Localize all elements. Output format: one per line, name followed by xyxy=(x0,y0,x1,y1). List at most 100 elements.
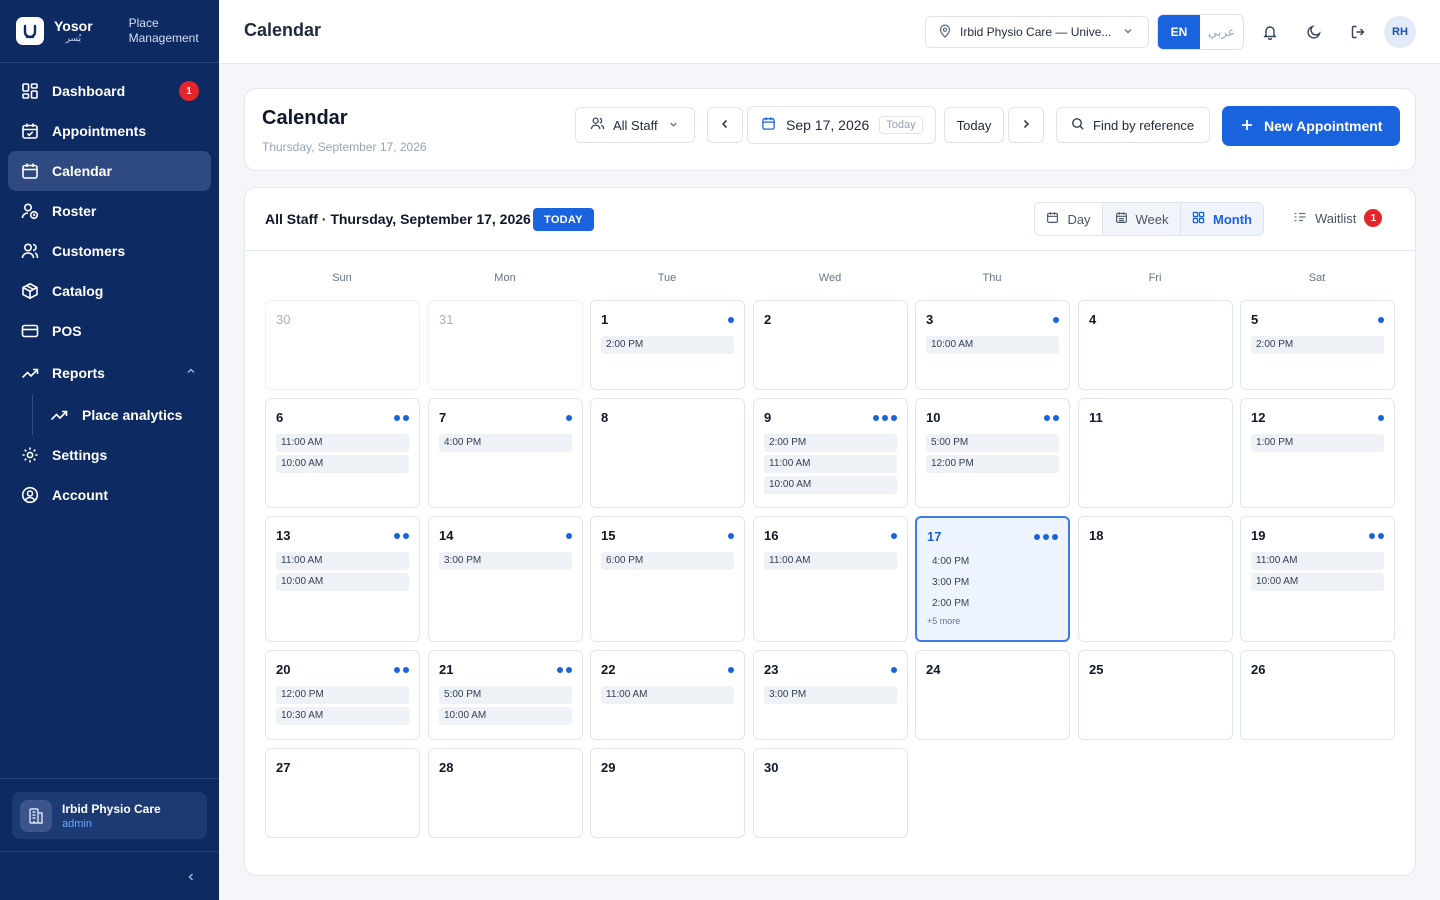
day-cell[interactable]: 3 10:00 AM xyxy=(915,300,1070,390)
sidebar-item-pos[interactable]: POS xyxy=(8,311,211,351)
lang-en-button[interactable]: EN xyxy=(1158,15,1200,49)
day-cell[interactable]: 1 2:00 PM xyxy=(590,300,745,390)
place-card[interactable]: Irbid Physio Care admin xyxy=(12,792,207,839)
lang-ar-button[interactable]: عربي xyxy=(1200,15,1243,49)
appointment-chip[interactable]: 1:00 PM xyxy=(1251,434,1384,452)
day-cell[interactable]: 31 xyxy=(428,300,583,390)
appointment-chip[interactable]: 12:00 PM xyxy=(276,686,409,704)
previous-button[interactable] xyxy=(707,107,743,143)
sidebar-item-label: Settings xyxy=(52,447,108,463)
sidebar-item-appointments[interactable]: Appointments xyxy=(8,111,211,151)
day-cell[interactable]: 5 2:00 PM xyxy=(1240,300,1395,390)
day-cell[interactable]: 27 xyxy=(265,748,420,838)
weekday-header-tue: Tue xyxy=(657,272,677,284)
more-events-link[interactable]: +5 more xyxy=(927,616,1058,626)
day-cell[interactable]: 19 11:00 AM 10:00 AM xyxy=(1240,516,1395,642)
appointment-chip[interactable]: 2:00 PM xyxy=(927,595,1058,613)
appointment-chip[interactable]: 4:00 PM xyxy=(927,553,1058,571)
view-week-button[interactable]: Week xyxy=(1103,203,1181,235)
appointment-chip[interactable]: 2:00 PM xyxy=(1251,336,1384,354)
sidebar-item-roster[interactable]: Roster xyxy=(8,191,211,231)
day-cell[interactable]: 7 4:00 PM xyxy=(428,398,583,508)
day-cell[interactable]: 9 2:00 PM 11:00 AM 10:00 AM xyxy=(753,398,908,508)
appointment-chip[interactable]: 11:00 AM xyxy=(764,455,897,473)
appointment-chip[interactable]: 10:00 AM xyxy=(926,336,1059,354)
appointment-chip[interactable]: 11:00 AM xyxy=(601,686,734,704)
day-cell[interactable]: 6 11:00 AM 10:00 AM xyxy=(265,398,420,508)
appointment-chip[interactable]: 11:00 AM xyxy=(1251,552,1384,570)
appointment-chip[interactable]: 3:00 PM xyxy=(439,552,572,570)
day-cell[interactable]: 13 11:00 AM 10:00 AM xyxy=(265,516,420,642)
appointment-chip[interactable]: 10:00 AM xyxy=(276,573,409,591)
waitlist-button[interactable]: Waitlist 1 xyxy=(1293,209,1383,227)
sidebar-item-catalog[interactable]: Catalog xyxy=(8,271,211,311)
day-cell[interactable]: 29 xyxy=(590,748,745,838)
appointment-chip[interactable]: 2:00 PM xyxy=(764,434,897,452)
day-cell[interactable]: 16 11:00 AM xyxy=(753,516,908,642)
appointment-chip[interactable]: 11:00 AM xyxy=(276,552,409,570)
appointment-chip[interactable]: 10:30 AM xyxy=(276,707,409,725)
appointment-chip[interactable]: 2:00 PM xyxy=(601,336,734,354)
appointment-chip[interactable]: 3:00 PM xyxy=(764,686,897,704)
day-cell[interactable]: 24 xyxy=(915,650,1070,740)
day-cell[interactable]: 2 xyxy=(753,300,908,390)
day-cell[interactable]: 20 12:00 PM 10:30 AM xyxy=(265,650,420,740)
day-cell[interactable]: 30 xyxy=(753,748,908,838)
sidebar-item-settings[interactable]: Settings xyxy=(8,435,211,475)
day-cell[interactable]: 8 xyxy=(590,398,745,508)
day-cell[interactable]: 21 5:00 PM 10:00 AM xyxy=(428,650,583,740)
sidebar-item-dashboard[interactable]: Dashboard 1 xyxy=(8,71,211,111)
sidebar-item-calendar[interactable]: Calendar xyxy=(8,151,211,191)
view-day-button[interactable]: Day xyxy=(1035,203,1103,235)
day-cell[interactable]: 18 xyxy=(1078,516,1233,642)
day-cell[interactable]: 4 xyxy=(1078,300,1233,390)
day-cell[interactable]: 15 6:00 PM xyxy=(590,516,745,642)
day-cell[interactable]: 30 xyxy=(265,300,420,390)
location-select[interactable]: Irbid Physio Care — Unive... xyxy=(925,16,1149,48)
appointment-chip[interactable]: 10:00 AM xyxy=(276,455,409,473)
appointment-chip[interactable]: 3:00 PM xyxy=(927,574,1058,592)
appointment-chip[interactable]: 6:00 PM xyxy=(601,552,734,570)
day-cell[interactable]: 26 xyxy=(1240,650,1395,740)
day-cell[interactable]: 28 xyxy=(428,748,583,838)
day-cell[interactable]: 14 3:00 PM xyxy=(428,516,583,642)
day-cell[interactable]: 25 xyxy=(1078,650,1233,740)
sidebar-item-reports[interactable]: Reports xyxy=(8,351,211,395)
new-appointment-button[interactable]: New Appointment xyxy=(1222,106,1400,146)
logout-icon[interactable] xyxy=(1346,20,1370,44)
appointment-dot xyxy=(403,533,409,539)
appointment-chip[interactable]: 5:00 PM xyxy=(926,434,1059,452)
appointment-chip[interactable]: 11:00 AM xyxy=(276,434,409,452)
user-avatar[interactable]: RH xyxy=(1384,16,1416,48)
date-picker-button[interactable]: Sep 17, 2026 Today xyxy=(747,106,936,144)
day-cell[interactable]: 10 5:00 PM 12:00 PM xyxy=(915,398,1070,508)
sidebar-item-account[interactable]: Account xyxy=(8,475,211,515)
appointment-chip[interactable]: 11:00 AM xyxy=(764,552,897,570)
staff-filter-select[interactable]: All Staff xyxy=(575,107,695,143)
view-month-button[interactable]: Month xyxy=(1181,203,1263,235)
day-cell[interactable]: 17 4:00 PM 3:00 PM 2:00 PM +5 more xyxy=(915,516,1070,642)
chevron-left-icon[interactable] xyxy=(185,870,197,888)
appointment-chip[interactable]: 4:00 PM xyxy=(439,434,572,452)
view-day-label: Day xyxy=(1067,211,1091,227)
appointment-chip[interactable]: 10:00 AM xyxy=(1251,573,1384,591)
appointment-chip[interactable]: 5:00 PM xyxy=(439,686,572,704)
day-cell[interactable]: 23 3:00 PM xyxy=(753,650,908,740)
day-cell[interactable]: 22 11:00 AM xyxy=(590,650,745,740)
sidebar-item-place-analytics[interactable]: Place analytics xyxy=(8,395,211,435)
appointment-chip[interactable]: 12:00 PM xyxy=(926,455,1059,473)
today-button[interactable]: Today xyxy=(944,107,1004,143)
find-by-reference-button[interactable]: Find by reference xyxy=(1056,107,1210,143)
brand[interactable]: Yosor يُسر Place Management xyxy=(0,0,219,63)
moon-icon[interactable] xyxy=(1302,20,1326,44)
appointment-chip[interactable]: 10:00 AM xyxy=(439,707,572,725)
day-cell[interactable]: 12 1:00 PM xyxy=(1240,398,1395,508)
day-cell[interactable]: 11 xyxy=(1078,398,1233,508)
appointment-dot xyxy=(566,415,572,421)
appointment-chip[interactable]: 10:00 AM xyxy=(764,476,897,494)
map-pin-icon xyxy=(938,24,952,41)
bell-icon[interactable] xyxy=(1258,20,1282,44)
sidebar-item-customers[interactable]: Customers xyxy=(8,231,211,271)
next-button[interactable] xyxy=(1008,107,1044,143)
day-events: 10:00 AM xyxy=(926,336,1059,357)
